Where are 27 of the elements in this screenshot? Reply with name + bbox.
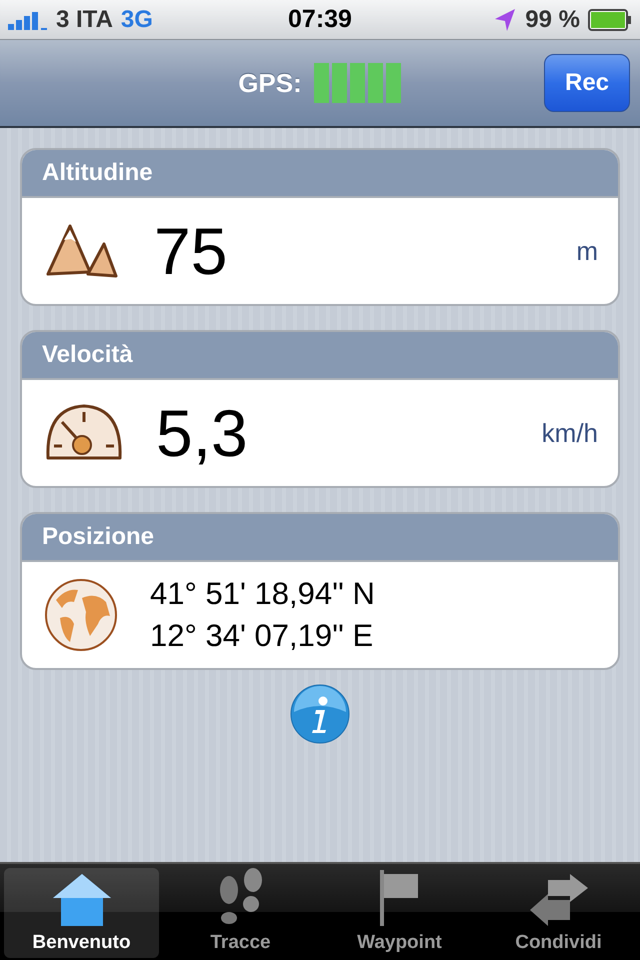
signal-icon: [8, 10, 48, 30]
tab-item[interactable]: Benvenuto: [4, 868, 159, 958]
carrier-name: 3 ITA: [56, 6, 113, 34]
card-title: Posizione: [42, 523, 154, 551]
battery-icon: [588, 8, 632, 30]
measure-value: 5,3: [156, 395, 249, 471]
network-type: 3G: [120, 6, 153, 34]
coordinate-text: 41° 51' 18,94'' N: [150, 576, 375, 612]
measure-value: 75: [154, 213, 228, 289]
tab-item[interactable]: Condividi: [481, 868, 636, 958]
clock-time: 07:39: [288, 5, 352, 34]
gps-signal-icon: [314, 63, 402, 103]
info-icon[interactable]: [290, 684, 350, 744]
tab-item[interactable]: Waypoint: [322, 868, 477, 958]
battery-percent: 99 %: [525, 6, 580, 34]
measure-unit: km/h: [542, 418, 598, 448]
tab-item[interactable]: Tracce: [163, 868, 318, 958]
card-title: Velocità: [42, 341, 133, 369]
measure-unit: m: [576, 236, 598, 266]
arrows-icon: [528, 874, 590, 928]
globe-icon: [44, 578, 118, 652]
rec-button[interactable]: Rec: [544, 54, 630, 112]
location-arrow-icon: [493, 6, 518, 32]
coordinate-text: 12° 34' 07,19'' E: [150, 618, 374, 654]
card-title: Altitudine: [42, 159, 153, 187]
home-icon: [50, 872, 112, 928]
gps-label: GPS:: [238, 68, 302, 98]
